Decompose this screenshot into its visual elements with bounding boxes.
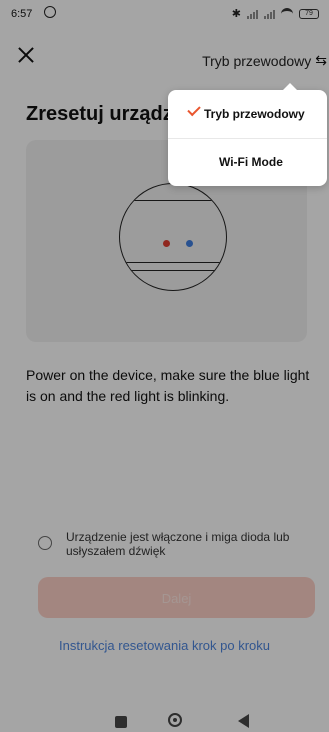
check-icon bbox=[187, 102, 201, 117]
menu-item-wired[interactable]: Tryb przewodowy bbox=[168, 90, 327, 139]
menu-item-label: Tryb przewodowy bbox=[204, 107, 305, 121]
menu-item-label: Wi-Fi Mode bbox=[219, 155, 283, 169]
menu-item-wifi[interactable]: Wi-Fi Mode bbox=[168, 138, 327, 186]
screen: 6:57 ✱ 79 Tryb przewodowy ⇆ Zresetuj urz… bbox=[0, 0, 329, 732]
menu-pointer bbox=[283, 83, 297, 90]
mode-dropdown-menu: Tryb przewodowy Wi-Fi Mode bbox=[168, 83, 327, 186]
